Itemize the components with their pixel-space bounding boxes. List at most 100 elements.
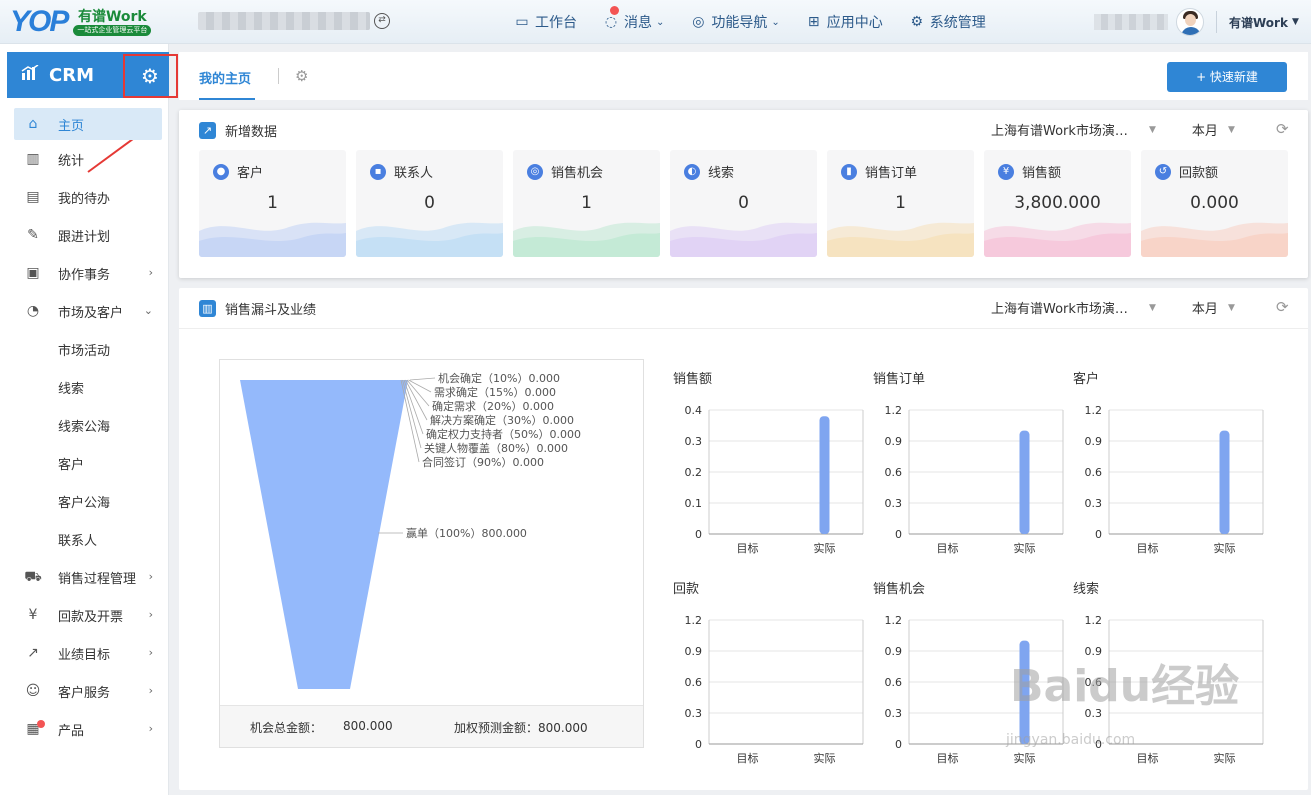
y-tick-label: 0.9 [1085, 435, 1103, 448]
period-filter-select[interactable]: 本月 [1192, 298, 1218, 317]
document-icon: ▤ [26, 189, 40, 205]
sidebar-item-2[interactable]: ▤ 我的待办 [0, 178, 169, 216]
x-tick-label: 目标 [937, 541, 959, 555]
sidebar-item-0[interactable]: ⌂ 主页 [14, 108, 162, 140]
bar-chart-icon: ▥ [26, 151, 40, 167]
new-data-panel: ↗ 新增数据 上海有谱Work市场演… ▼ 本月 ▼ ⟳ ● 客户 1 ▪ 联系人 0 ◎ 销… [179, 110, 1308, 278]
money-icon: ¥ [998, 163, 1014, 180]
brand-tagline: 一站式企业管理云平台 [73, 24, 152, 36]
sidebar-item-16[interactable]: ▦ 产品 › [0, 710, 169, 748]
x-tick-label: 实际 [1214, 751, 1236, 765]
sidebar-item-4[interactable]: ▣ 协作事务 › [0, 254, 169, 292]
sidebar-item-8[interactable]: 线索公海 [0, 406, 169, 444]
funnel-shape[interactable] [240, 380, 408, 689]
x-tick-label: 目标 [737, 541, 759, 555]
topnav-label: 消息 [624, 15, 652, 31]
tab-settings-gear-icon[interactable]: ⚙ [295, 67, 308, 85]
sidebar-item-11[interactable]: 联系人 [0, 520, 169, 558]
funnel-stage-label: 确定需求（20%）0.000 [432, 399, 554, 413]
stat-card-1[interactable]: ▪ 联系人 0 [356, 150, 503, 257]
chart-plot: 0 0.1 0.2 0.3 0.4 目标 实际 [685, 404, 864, 555]
sidebar-item-label: 线索公海 [58, 419, 111, 435]
clipboard-icon: ▮ [841, 163, 857, 180]
caret-down-icon[interactable]: ▼ [1149, 125, 1156, 135]
org-filter-select[interactable]: 上海有谱Work市场演… [991, 120, 1139, 139]
divider [278, 68, 279, 84]
user-menu[interactable]: 有谱Work ▼ [1094, 8, 1299, 36]
period-filter-select[interactable]: 本月 [1192, 120, 1218, 139]
chevron-down-icon[interactable]: ▼ [1292, 17, 1299, 27]
bar[interactable] [1219, 430, 1230, 534]
stat-card-value: 1 [895, 193, 906, 213]
topnav-item-3[interactable]: ⊞ 应用中心 [806, 12, 883, 32]
refresh-icon[interactable]: ⟳ [1276, 298, 1289, 316]
funnel-stage-label: 解决方案确定（30%）0.000 [430, 413, 574, 427]
gear-icon: ⚙ [910, 14, 924, 30]
sidebar-item-5[interactable]: ◔ 市场及客户 ⌄ [0, 292, 169, 330]
stat-card-0[interactable]: ● 客户 1 [199, 150, 346, 257]
stat-card-2[interactable]: ◎ 销售机会 1 [513, 150, 660, 257]
refresh-icon[interactable]: ⟳ [1276, 120, 1289, 138]
x-tick-label: 实际 [814, 541, 836, 555]
sidebar-item-9[interactable]: 客户 [0, 444, 169, 482]
sidebar-item-label: 客户 [58, 457, 85, 473]
sidebar-item-12[interactable]: ⛟ 销售过程管理 › [0, 558, 169, 596]
caret-down-icon[interactable]: ▼ [1228, 303, 1235, 313]
tab-my-home[interactable]: 我的主页 [199, 68, 251, 87]
sidebar-item-label: 销售过程管理 [58, 571, 137, 587]
crm-settings-button[interactable]: ⚙ [123, 54, 178, 98]
sidebar-item-13[interactable]: ¥ 回款及开票 › [0, 596, 169, 634]
x-tick-label: 目标 [737, 751, 759, 765]
chevron-down-icon: ⌄ [656, 16, 665, 28]
sidebar-item-14[interactable]: ↗ 业绩目标 › [0, 634, 169, 672]
compass-icon: ◎ [692, 14, 705, 30]
sidebar-item-3[interactable]: ✎ 跟进计划 [0, 216, 169, 254]
clue-icon: ◐ [684, 163, 700, 180]
app-logo[interactable]: YOP 有谱Work 一站式企业管理云平台 [10, 5, 152, 39]
chevron-down-icon: ⌄ [771, 16, 780, 28]
sidebar-item-1[interactable]: ▥ 统计 [0, 140, 169, 178]
caret-down-icon[interactable]: ▼ [1228, 125, 1235, 135]
company-name-blurred[interactable] [198, 12, 370, 30]
stat-card-6[interactable]: ↺ 回款额 0.000 [1141, 150, 1288, 257]
workspace-name[interactable]: 有谱Work [1229, 14, 1288, 31]
stat-card-value: 3,800.000 [1014, 193, 1101, 213]
stat-card-label: 销售订单 [865, 166, 918, 181]
topnav-item-2[interactable]: ◎ 功能导航 ⌄ [690, 12, 780, 32]
sidebar-item-label: 线索 [58, 381, 85, 397]
sidebar-item-6[interactable]: 市场活动 [0, 330, 169, 368]
quick-create-button[interactable]: + 快速新建 [1167, 62, 1287, 92]
chevron-right-icon: › [148, 570, 153, 583]
y-tick-label: 1.2 [885, 614, 903, 627]
brand-mark: 有谱Work 一站式企业管理云平台 [73, 9, 152, 36]
bar[interactable] [1019, 430, 1030, 534]
chart-plot: 0 0.3 0.6 0.9 1.2 目标 实际 [885, 404, 1064, 555]
wave-decoration [670, 222, 817, 257]
topnav-item-0[interactable]: ▭ 工作台 [514, 12, 577, 32]
bar[interactable] [819, 416, 830, 534]
avatar[interactable] [1176, 8, 1204, 36]
sidebar-item-15[interactable]: ☺ 客户服务 › [0, 672, 169, 710]
panel-header: ▥ 销售漏斗及业绩 [199, 298, 316, 318]
funnel-leader-line [406, 379, 430, 407]
bar-chart-5: 线索 0 0.3 0.6 0.9 1.2 目标 实际 [1073, 578, 1273, 778]
stat-card-value: 1 [267, 193, 278, 213]
y-tick-label: 0.9 [885, 435, 903, 448]
y-tick-label: 0.4 [685, 404, 703, 417]
topnav-item-1[interactable]: ◌ 消息 ⌄ [603, 6, 665, 32]
sidebar-item-7[interactable]: 线索 [0, 368, 169, 406]
stat-card-5[interactable]: ¥ 销售额 3,800.000 [984, 150, 1131, 257]
topnav-item-4[interactable]: ⚙ 系统管理 [909, 12, 986, 32]
sidebar-item-label: 回款及开票 [58, 609, 124, 625]
bar[interactable] [1019, 640, 1030, 744]
stat-card-3[interactable]: ◐ 线索 0 [670, 150, 817, 257]
switch-company-icon[interactable]: ⇄ [374, 13, 390, 29]
sidebar-item-10[interactable]: 客户公海 [0, 482, 169, 520]
stat-card-label: 回款额 [1179, 166, 1219, 181]
bar-chart-1: 销售订单 0 0.3 0.6 0.9 1.2 目标 实际 [873, 368, 1073, 568]
caret-down-icon[interactable]: ▼ [1149, 303, 1156, 313]
stat-card-4[interactable]: ▮ 销售订单 1 [827, 150, 974, 257]
funnel-panel: ▥ 销售漏斗及业绩 上海有谱Work市场演… ▼ 本月 ▼ ⟳ 机会确定（10%… [179, 288, 1308, 790]
org-filter-select[interactable]: 上海有谱Work市场演… [991, 298, 1139, 317]
edit-icon: ✎ [27, 227, 39, 243]
